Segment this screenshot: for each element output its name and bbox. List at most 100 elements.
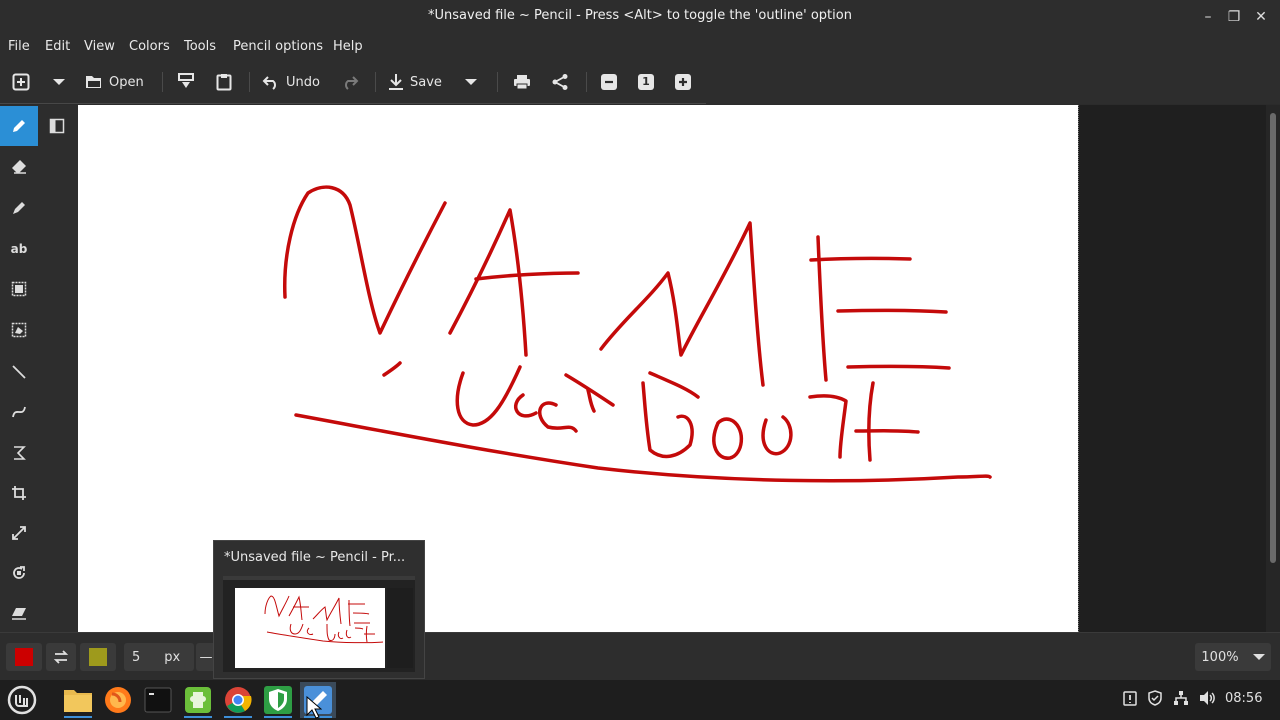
save-options-dropdown[interactable] xyxy=(464,70,478,94)
tool-eraser[interactable] xyxy=(0,147,38,187)
vertical-scrollbar[interactable] xyxy=(1266,105,1280,632)
eraser-icon xyxy=(12,160,26,174)
line-icon xyxy=(12,365,26,379)
zoom-reset-button[interactable]: 1 xyxy=(638,70,654,94)
toolbar-separator xyxy=(497,72,498,92)
tool-free-select[interactable] xyxy=(0,310,38,350)
primary-color-button[interactable] xyxy=(6,643,42,671)
tool-panel-toggle[interactable] xyxy=(38,106,76,146)
zoom-in-button[interactable] xyxy=(675,70,691,94)
import-button[interactable] xyxy=(178,70,194,94)
tool-crop[interactable] xyxy=(0,473,38,513)
undo-button[interactable]: Undo xyxy=(262,70,320,94)
main-toolbar: Open Undo Save 1 xyxy=(0,60,1280,104)
chrome-app[interactable] xyxy=(220,682,256,718)
menu-tools[interactable]: Tools xyxy=(184,39,216,54)
drawn-stroke xyxy=(537,401,578,433)
share-button[interactable] xyxy=(551,70,569,94)
shield-tray-icon[interactable] xyxy=(1147,690,1163,710)
tool-rotate[interactable] xyxy=(0,553,38,593)
tool-line[interactable] xyxy=(0,352,38,392)
mouse-cursor-icon xyxy=(306,696,322,719)
tool-scale[interactable] xyxy=(0,513,38,553)
tool-shape[interactable] xyxy=(0,433,38,473)
window-preview-popup[interactable]: *Unsaved file ~ Pencil - Pr... xyxy=(213,540,425,679)
drawn-stroke xyxy=(514,393,538,418)
toolbar-separator xyxy=(375,72,376,92)
size-unit: px xyxy=(164,649,181,665)
volume-tray-icon[interactable] xyxy=(1199,690,1217,710)
print-button[interactable] xyxy=(513,70,531,94)
tool-highlighter[interactable] xyxy=(0,188,38,228)
shield-app[interactable] xyxy=(260,682,296,718)
running-indicator xyxy=(224,716,252,718)
drawn-stroke xyxy=(808,394,848,459)
menubar: File Edit View Colors Tools Pencil optio… xyxy=(0,34,1280,60)
firefox-app[interactable] xyxy=(100,682,136,718)
new-options-dropdown[interactable] xyxy=(52,70,66,94)
skew-icon xyxy=(12,608,26,620)
drawn-stroke xyxy=(867,381,875,462)
files-app[interactable] xyxy=(60,682,96,718)
save-download-icon xyxy=(389,74,403,90)
paste-button[interactable] xyxy=(216,70,232,94)
undo-icon xyxy=(262,76,276,90)
maximize-button[interactable]: ❐ xyxy=(1225,8,1243,26)
drawn-stroke xyxy=(648,371,700,399)
undo-label: Undo xyxy=(286,74,320,90)
tool-rect-select[interactable] xyxy=(0,269,38,309)
clipboard-tray-icon[interactable] xyxy=(1122,690,1138,710)
scrollbar-thumb[interactable] xyxy=(1270,113,1276,563)
menu-file[interactable]: File xyxy=(8,39,30,54)
scale-icon xyxy=(12,526,26,540)
size-spinbox[interactable]: 5 px xyxy=(124,643,194,671)
drawn-stroke xyxy=(854,429,920,434)
menu-help[interactable]: Help xyxy=(333,39,363,54)
minimize-button[interactable]: – xyxy=(1199,8,1217,26)
puzzle-icon xyxy=(185,687,211,713)
tool-skew[interactable] xyxy=(0,593,38,633)
redo-button[interactable] xyxy=(341,70,359,94)
new-button[interactable] xyxy=(12,70,30,94)
folder-open-icon xyxy=(86,76,101,88)
drawn-stroke xyxy=(474,271,580,281)
network-tray-icon[interactable] xyxy=(1173,690,1189,710)
swap-colors-button[interactable] xyxy=(46,643,76,671)
drawn-stroke xyxy=(846,364,951,370)
terminal-icon xyxy=(144,687,172,713)
tool-pencil[interactable] xyxy=(0,106,38,146)
secondary-color-button[interactable] xyxy=(80,643,116,671)
options-bar: 5 px — 100% xyxy=(0,632,1280,681)
zoom-out-button[interactable] xyxy=(601,70,617,94)
mint-menu-button[interactable] xyxy=(4,682,40,718)
menu-view[interactable]: View xyxy=(84,39,115,54)
tool-curve[interactable] xyxy=(0,392,38,432)
running-indicator xyxy=(264,716,292,718)
share-icon xyxy=(552,74,568,90)
preview-thumbnail xyxy=(223,576,415,672)
terminal-app[interactable] xyxy=(140,682,176,718)
menu-colors[interactable]: Colors xyxy=(129,39,170,54)
drawn-stroke xyxy=(455,365,522,427)
preview-thumbnail-image xyxy=(223,576,415,668)
canvas-background xyxy=(1078,105,1267,632)
puzzle-app[interactable] xyxy=(180,682,216,718)
chevron-down-icon xyxy=(465,79,477,85)
clock[interactable]: 08:56 xyxy=(1225,691,1262,706)
highlighter-icon xyxy=(13,202,25,214)
close-button[interactable]: ✕ xyxy=(1252,8,1270,26)
window-title: *Unsaved file ~ Pencil - Press <Alt> to … xyxy=(428,8,852,23)
save-button[interactable]: Save xyxy=(388,70,442,94)
menu-edit[interactable]: Edit xyxy=(45,39,70,54)
swap-arrows-icon xyxy=(53,650,69,664)
chevron-down-icon xyxy=(53,79,65,85)
zoom-select[interactable]: 100% xyxy=(1195,643,1271,671)
curve-icon xyxy=(12,406,26,418)
menu-pencil-options[interactable]: Pencil options xyxy=(233,39,323,54)
tool-text[interactable]: ab xyxy=(0,229,38,269)
open-button[interactable]: Open xyxy=(85,70,144,94)
free-select-icon xyxy=(11,322,27,338)
primary-color-swatch xyxy=(15,648,33,666)
toolbar-divider xyxy=(0,103,706,104)
toolbar-separator xyxy=(586,72,587,92)
